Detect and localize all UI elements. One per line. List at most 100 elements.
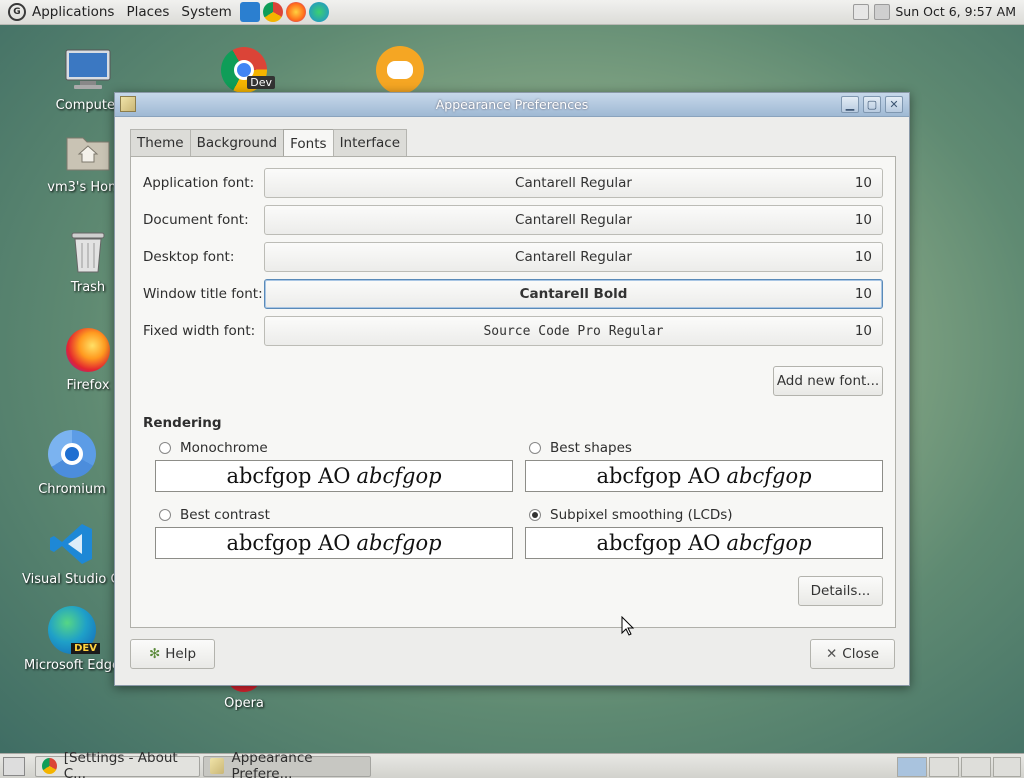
menu-system[interactable]: System xyxy=(181,4,231,20)
maximize-button[interactable]: ▢ xyxy=(863,96,881,113)
edge-launcher-icon[interactable] xyxy=(308,2,329,22)
add-new-font-button[interactable]: Add new font... xyxy=(773,366,883,396)
radio-label: Best shapes xyxy=(550,440,632,456)
firefox-icon xyxy=(64,326,112,374)
chrome-launcher-icon[interactable] xyxy=(262,2,283,22)
sample-plain-text: abcfgop AO xyxy=(596,464,721,488)
font-row-document: Document font: Cantarell Regular 10 xyxy=(143,205,883,235)
workspace-1[interactable] xyxy=(897,757,927,777)
radio-monochrome[interactable]: Monochrome xyxy=(159,440,268,456)
desktop-icon-label: Microsoft Edge xyxy=(23,658,120,673)
close-button-label: Close xyxy=(842,646,880,662)
close-button[interactable]: ✕ Close xyxy=(810,639,895,669)
chromium-icon xyxy=(48,430,96,478)
font-size: 10 xyxy=(854,212,872,228)
tab-fonts[interactable]: Fonts xyxy=(283,129,334,157)
firefox-launcher-icon[interactable] xyxy=(285,2,306,22)
desktop-icon-label: Chromium xyxy=(38,482,106,497)
radio-subpixel-smoothing[interactable]: Subpixel smoothing (LCDs) xyxy=(529,507,733,523)
font-row-label: Fixed width font: xyxy=(143,323,256,339)
tab-background[interactable]: Background xyxy=(189,129,285,156)
font-row-label: Application font: xyxy=(143,175,255,191)
show-desktop-icon[interactable] xyxy=(3,756,25,776)
menu-places[interactable]: Places xyxy=(126,4,169,20)
desktop-icon-edge[interactable]: DEV Microsoft Edge xyxy=(22,606,122,673)
sample-italic-text: abcfgop xyxy=(726,464,812,488)
help-button-label: Help xyxy=(165,646,197,662)
appearance-preferences-window: Appearance Preferences ▁ ▢ ✕ Theme Backg… xyxy=(114,92,910,686)
radio-indicator-selected xyxy=(529,509,541,521)
workspace-4[interactable] xyxy=(993,757,1021,777)
fonts-panel: Application font: Cantarell Regular 10 D… xyxy=(130,156,896,628)
application-font-button[interactable]: Cantarell Regular 10 xyxy=(264,168,883,198)
radio-label: Monochrome xyxy=(180,440,268,456)
tab-interface[interactable]: Interface xyxy=(332,129,408,156)
sample-subpixel: abcfgop AO abcfgop xyxy=(525,527,883,559)
sample-italic-text: abcfgop xyxy=(356,464,442,488)
chrome-dev-icon: Dev xyxy=(220,46,275,92)
font-row-application: Application font: Cantarell Regular 10 xyxy=(143,168,883,198)
home-folder-icon xyxy=(64,128,112,176)
workspace-3[interactable] xyxy=(961,757,991,777)
radio-indicator xyxy=(159,509,171,521)
network-icon[interactable] xyxy=(853,4,869,20)
workspace-2[interactable] xyxy=(929,757,959,777)
font-row-desktop: Desktop font: Cantarell Regular 10 xyxy=(143,242,883,272)
window-title: Appearance Preferences xyxy=(435,97,589,112)
font-row-label: Document font: xyxy=(143,212,249,228)
desktop-icon-vscode[interactable]: Visual Studio Code xyxy=(22,520,122,587)
font-row-label: Desktop font: xyxy=(143,249,235,265)
desktop-icon-discord[interactable] xyxy=(350,46,450,92)
top-panel: G Applications Places System Sun Oct 6, … xyxy=(0,0,1024,25)
sample-plain-text: abcfgop AO xyxy=(596,531,721,555)
window-close-button[interactable]: ✕ xyxy=(885,96,903,113)
task-settings[interactable]: [Settings - About C... xyxy=(35,750,200,778)
fixed-width-font-button[interactable]: Source Code Pro Regular 10 xyxy=(264,316,883,346)
sample-plain-text: abcfgop AO xyxy=(226,531,351,555)
radio-label: Subpixel smoothing (LCDs) xyxy=(550,507,733,523)
radio-indicator xyxy=(159,442,171,454)
monitor-icon xyxy=(64,46,112,94)
font-name: Cantarell Regular xyxy=(515,175,632,191)
minimize-button[interactable]: ▁ xyxy=(841,96,859,113)
window-title-font-button[interactable]: Cantarell Bold 10 xyxy=(264,279,883,309)
gnome-foot-icon[interactable]: G xyxy=(8,3,26,21)
radio-best-shapes[interactable]: Best shapes xyxy=(529,440,632,456)
menu-applications[interactable]: Applications xyxy=(32,4,114,20)
desktop-icon-chromium[interactable]: Chromium xyxy=(22,430,122,497)
task-appearance[interactable]: Appearance Prefere... xyxy=(203,750,371,778)
document-font-button[interactable]: Cantarell Regular 10 xyxy=(264,205,883,235)
vscode-launcher-icon[interactable] xyxy=(239,2,260,22)
task-label: [Settings - About C... xyxy=(63,750,178,778)
font-name: Cantarell Regular xyxy=(515,249,632,265)
window-titlebar[interactable]: Appearance Preferences ▁ ▢ ✕ xyxy=(115,93,909,117)
font-size: 10 xyxy=(854,175,872,191)
sample-monochrome: abcfgop AO abcfgop xyxy=(155,460,513,492)
desktop-font-button[interactable]: Cantarell Regular 10 xyxy=(264,242,883,272)
chrome-dev-badge: Dev xyxy=(247,76,275,89)
tab-bar: Theme Background Fonts Interface xyxy=(130,129,408,157)
sample-best-contrast: abcfgop AO abcfgop xyxy=(155,527,513,559)
font-row-window-title: Window title font: Cantarell Bold 10 xyxy=(143,279,883,309)
radio-best-contrast[interactable]: Best contrast xyxy=(159,507,270,523)
desktop-icon-chrome-dev[interactable]: Dev xyxy=(194,46,294,92)
sample-italic-text: abcfgop xyxy=(356,531,442,555)
volume-icon[interactable] xyxy=(874,4,890,20)
sample-plain-text: abcfgop AO xyxy=(226,464,351,488)
font-row-fixed-width: Fixed width font: Source Code Pro Regula… xyxy=(143,316,883,346)
font-size: 10 xyxy=(854,286,872,302)
mouse-cursor-icon xyxy=(621,616,635,636)
details-button[interactable]: Details... xyxy=(798,576,883,606)
font-size: 10 xyxy=(854,249,872,265)
discord-icon xyxy=(376,46,424,92)
vscode-icon xyxy=(48,520,96,568)
tab-theme[interactable]: Theme xyxy=(130,129,191,156)
bottom-taskbar: [Settings - About C... Appearance Prefer… xyxy=(0,750,1024,778)
help-icon: ✻ xyxy=(148,646,161,662)
font-name: Cantarell Regular xyxy=(515,212,632,228)
desktop-icon-label: Visual Studio Code xyxy=(22,572,122,587)
clock[interactable]: Sun Oct 6, 9:57 AM xyxy=(895,4,1016,19)
font-name: Cantarell Bold xyxy=(519,286,628,302)
help-button[interactable]: ✻ Help xyxy=(130,639,215,669)
font-name: Source Code Pro Regular xyxy=(483,323,664,339)
